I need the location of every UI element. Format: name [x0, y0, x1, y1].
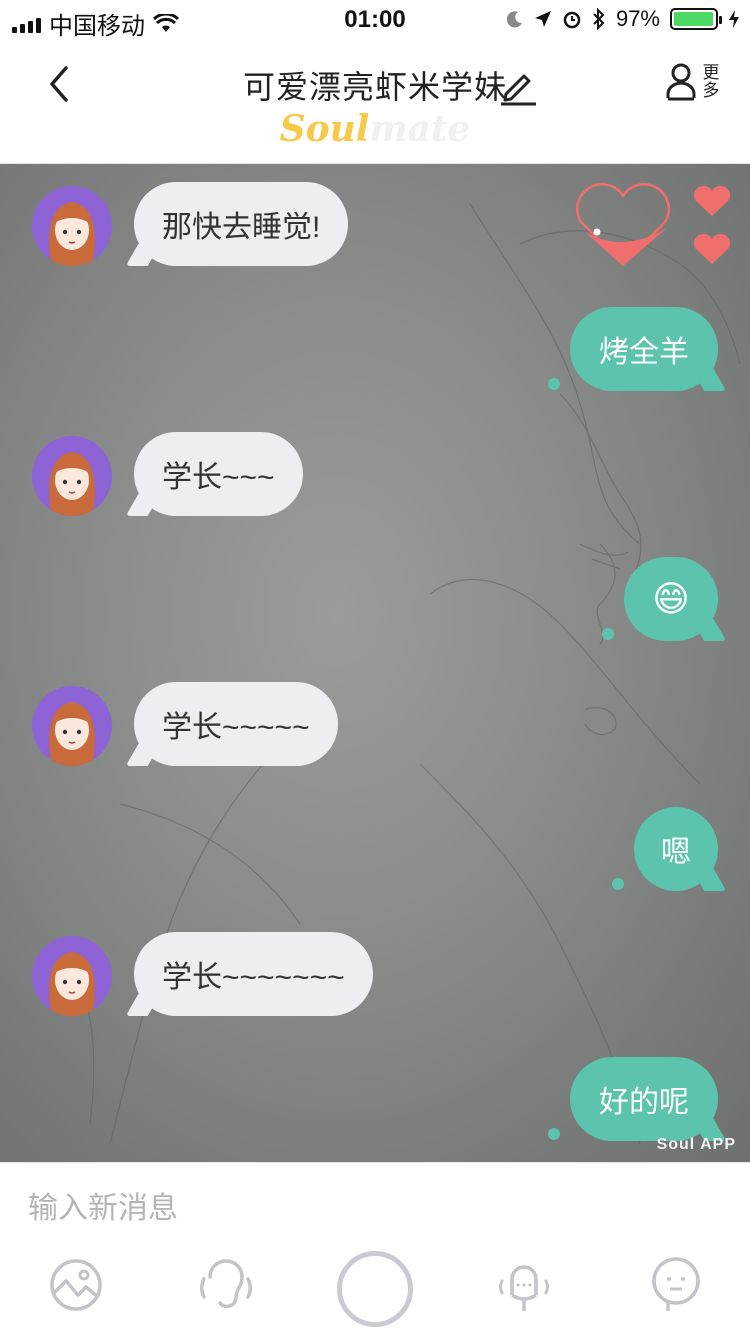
- read-dot: [602, 628, 614, 640]
- input-area: 输入新消息: [0, 1162, 750, 1334]
- read-dot: [548, 1128, 560, 1140]
- brand-mate: mate: [369, 108, 471, 150]
- message-bubble-outgoing[interactable]: 😄: [624, 557, 718, 641]
- user-icon: [666, 63, 696, 101]
- more-label-line2: 多: [702, 81, 720, 100]
- message-bubble-outgoing[interactable]: 烤全羊: [570, 307, 718, 391]
- record-button[interactable]: [337, 1251, 413, 1327]
- moon-icon: [506, 11, 522, 28]
- chat-header: 可爱漂亮虾米学妹 更 多 Soulmate: [0, 40, 750, 164]
- more-label-line1: 更: [702, 63, 720, 82]
- message-bubble-outgoing[interactable]: 嗯: [634, 807, 718, 891]
- brand-soul: Soul: [279, 108, 370, 150]
- message-bubble-incoming[interactable]: 学长~~~: [134, 432, 303, 516]
- edit-icon[interactable]: [498, 66, 538, 106]
- read-dot: [612, 878, 624, 890]
- charging-icon: [729, 10, 739, 28]
- battery-percent: 97%: [615, 6, 660, 31]
- brand-logo: Soulmate: [0, 108, 750, 150]
- image-icon[interactable]: [46, 1255, 106, 1315]
- more-button[interactable]: 更 多: [666, 62, 726, 108]
- message-bubble-outgoing[interactable]: 好的呢: [570, 1057, 718, 1141]
- emoji-icon[interactable]: [646, 1255, 706, 1315]
- mic-icon[interactable]: [494, 1255, 554, 1315]
- battery-icon: [670, 8, 722, 30]
- heart-icon[interactable]: [575, 182, 735, 272]
- watermark: Soul APP: [656, 1136, 736, 1153]
- avatar[interactable]: [32, 436, 112, 516]
- status-bar: 中国移动 01:00 97%: [0, 0, 750, 40]
- more-label: 更 多: [702, 64, 720, 100]
- bluetooth-icon: [593, 8, 605, 30]
- message-input[interactable]: 输入新消息: [28, 1183, 178, 1227]
- message-bubble-incoming[interactable]: 学长~~~~~~~: [134, 932, 373, 1016]
- voice-icon[interactable]: [196, 1255, 256, 1315]
- location-icon: [534, 11, 551, 27]
- chat-area[interactable]: 那快去睡觉! 烤全羊 学长~~~ 😄 学长~~~~~ 嗯 学长~~~~~~~ 好…: [0, 164, 750, 1162]
- avatar[interactable]: [32, 686, 112, 766]
- message-bubble-incoming[interactable]: 学长~~~~~: [134, 682, 338, 766]
- alarm-icon: [563, 11, 581, 29]
- message-bubble-incoming[interactable]: 那快去睡觉!: [134, 182, 349, 266]
- page-title[interactable]: 可爱漂亮虾米学妹: [243, 69, 507, 105]
- read-dot: [548, 378, 560, 390]
- avatar[interactable]: [32, 936, 112, 1016]
- avatar[interactable]: [32, 186, 112, 266]
